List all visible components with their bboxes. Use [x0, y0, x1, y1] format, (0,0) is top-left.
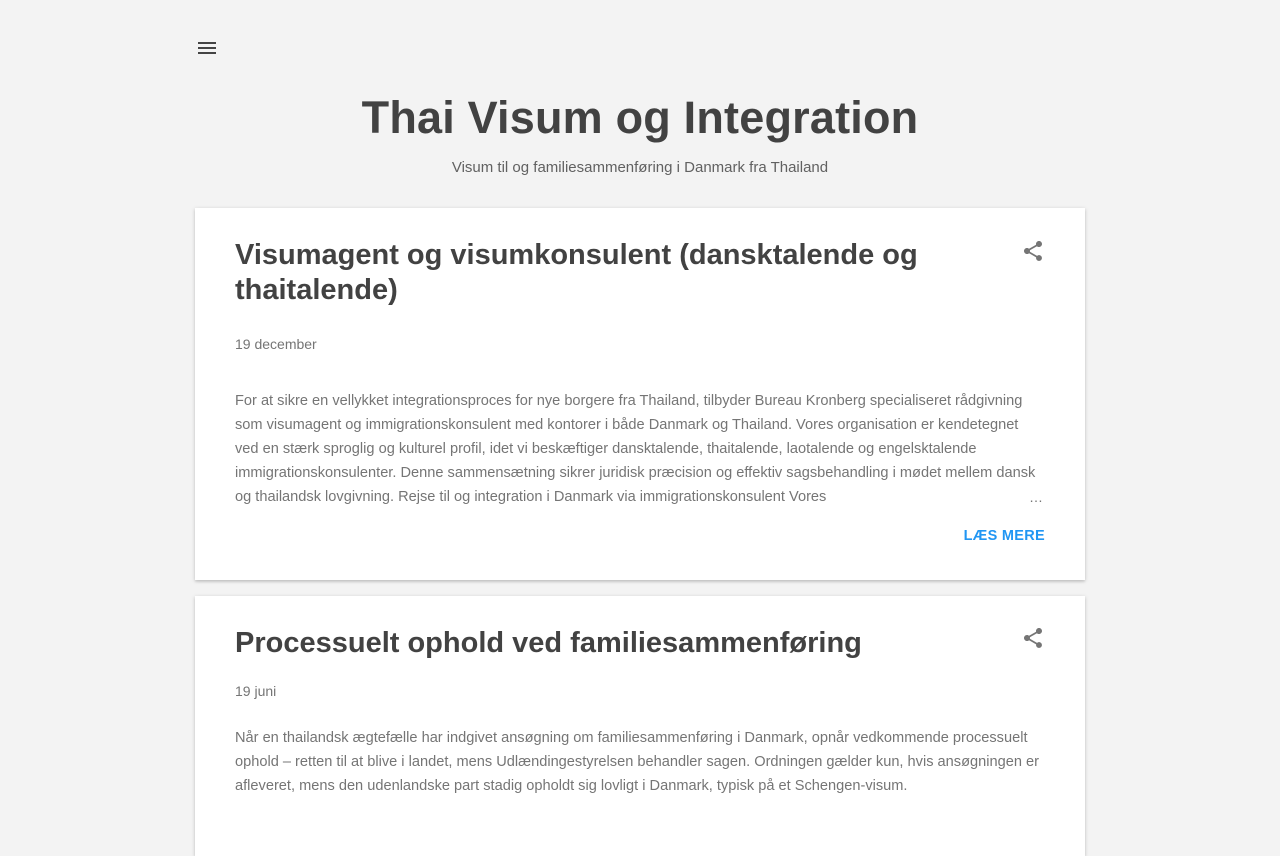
- post-snippet: For at sikre en vellykket integrationspr…: [235, 389, 1045, 509]
- post-date[interactable]: 19 december: [235, 335, 1045, 353]
- blog-header: Thai Visum og Integration Visum til og f…: [0, 90, 1280, 176]
- post-title[interactable]: Visumagent og visumkonsulent (dansktalen…: [235, 238, 995, 308]
- post-snippet-text: For at sikre en vellykket integrationspr…: [235, 393, 1036, 505]
- menu-button[interactable]: [193, 34, 221, 62]
- post-card: Visumagent og visumkonsulent (dansktalen…: [195, 208, 1085, 580]
- snippet-ellipsis: …: [935, 485, 1045, 509]
- hamburger-menu-icon: [198, 42, 216, 54]
- blog-title[interactable]: Thai Visum og Integration: [0, 90, 1280, 146]
- post-title[interactable]: Processuelt ophold ved familiesammenføri…: [235, 626, 995, 661]
- post-snippet-text: Når en thailandsk ægtefælle har indgivet…: [235, 730, 1039, 794]
- share-button[interactable]: [1021, 626, 1045, 650]
- share-icon: [1024, 241, 1042, 261]
- share-icon: [1024, 628, 1042, 648]
- post-card: Processuelt ophold ved familiesammenføri…: [195, 596, 1085, 856]
- share-button[interactable]: [1021, 239, 1045, 263]
- post-date[interactable]: 19 juni: [235, 682, 1045, 700]
- post-snippet: Når en thailandsk ægtefælle har indgivet…: [235, 726, 1045, 798]
- blog-description: Visum til og familiesammenføring i Danma…: [451, 159, 829, 176]
- read-more-link[interactable]: LÆS MERE: [964, 528, 1045, 544]
